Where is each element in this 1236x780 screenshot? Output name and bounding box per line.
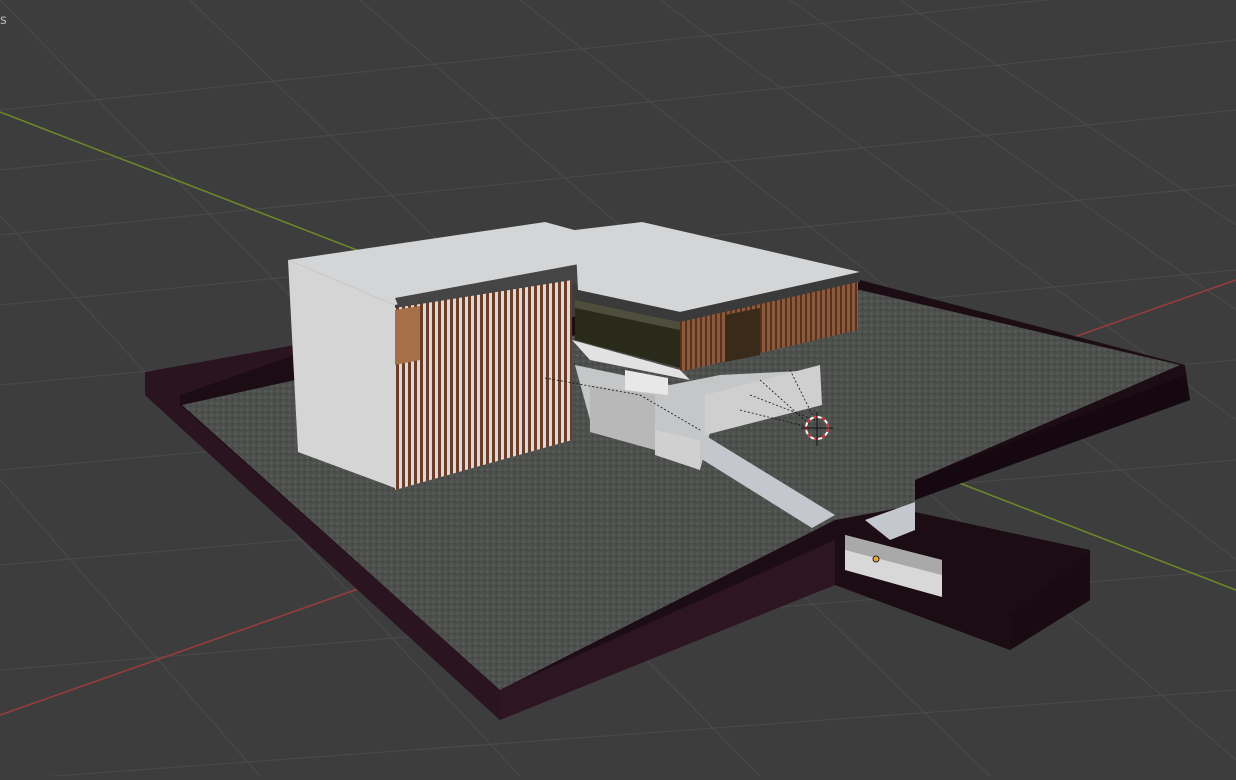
light-object-dot[interactable]: [872, 555, 880, 563]
viewport-canvas[interactable]: [0, 0, 1236, 780]
viewport-corner-label: s: [0, 13, 7, 28]
3d-viewport[interactable]: s: [0, 0, 1236, 780]
